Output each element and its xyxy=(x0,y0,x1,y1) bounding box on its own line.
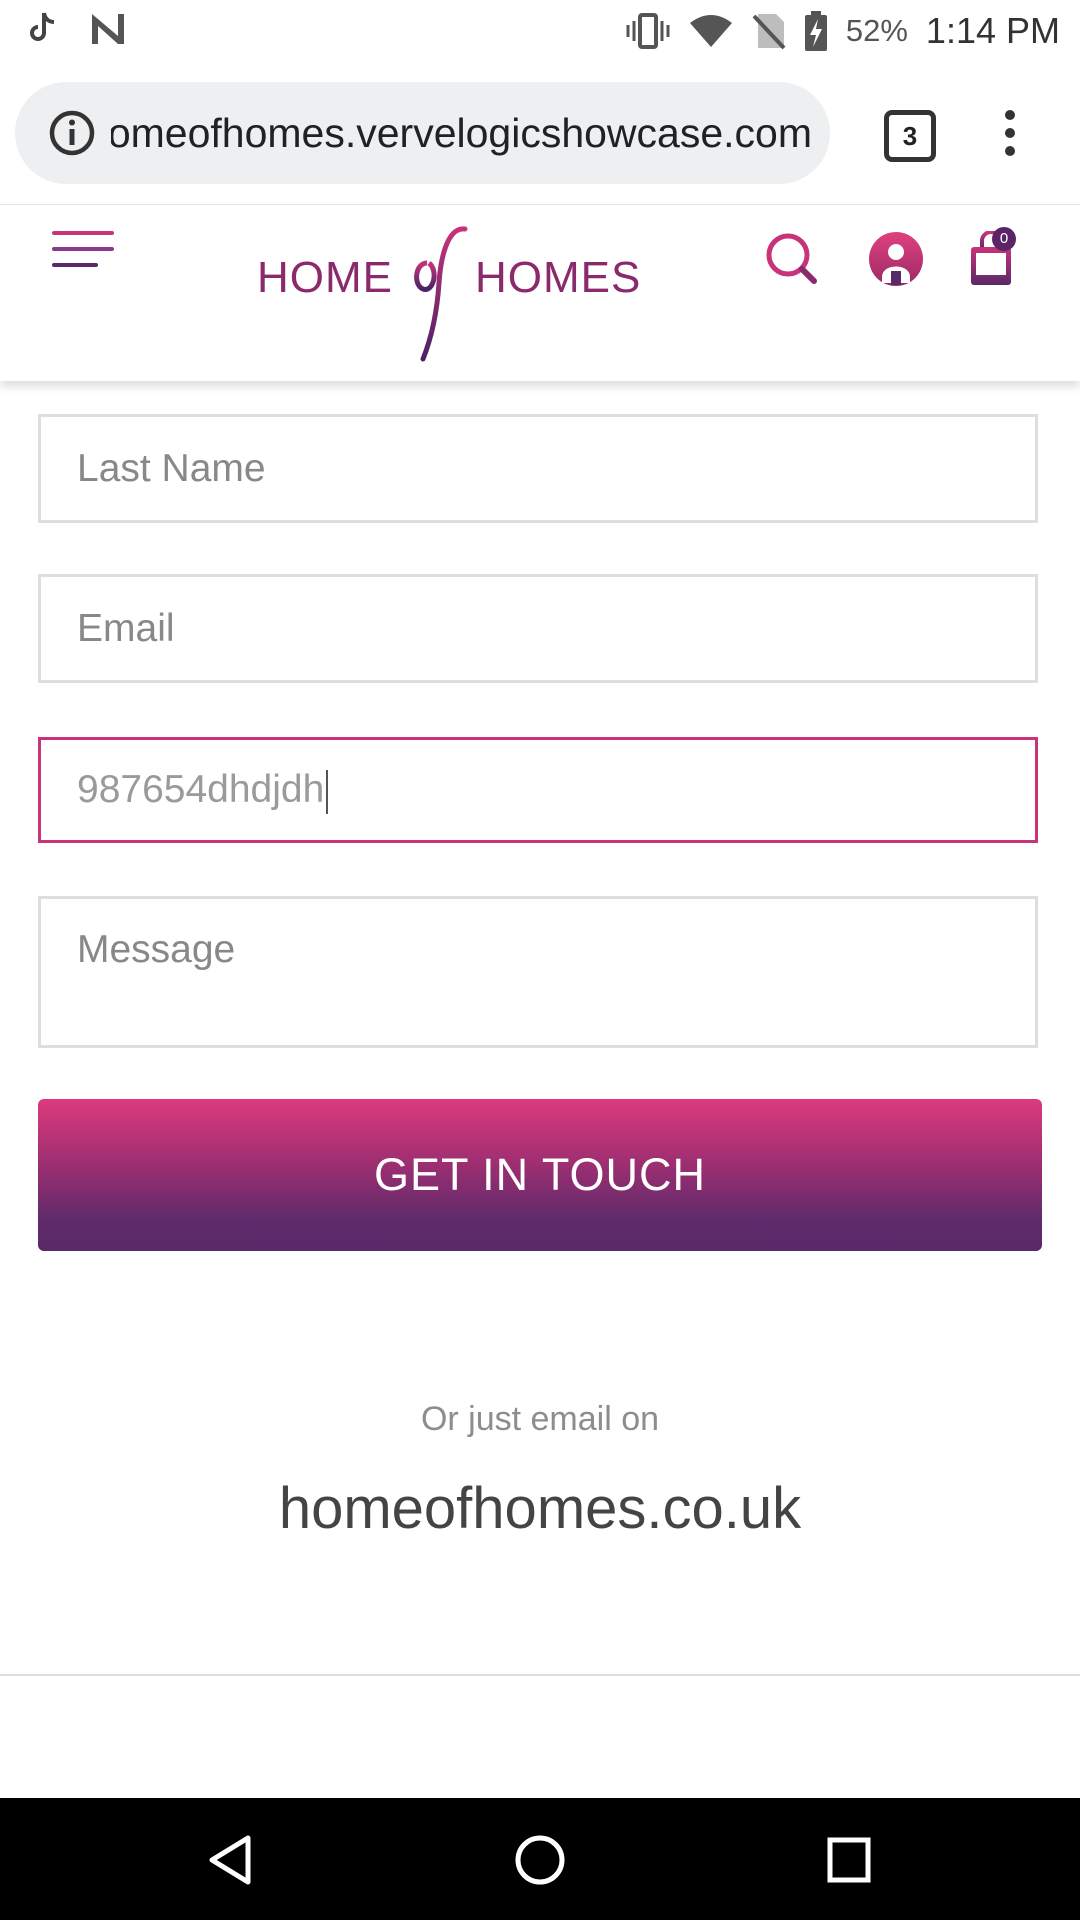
url-text[interactable]: homeofhomes.vervelogicshowcase.com xyxy=(111,104,812,162)
browser-toolbar: homeofhomes.vervelogicshowcase.com 3 xyxy=(0,62,1080,204)
home-icon[interactable] xyxy=(514,1834,566,1886)
recents-icon[interactable] xyxy=(826,1834,872,1886)
get-in-touch-button[interactable]: GET IN TOUCH xyxy=(38,1099,1042,1251)
text-cursor xyxy=(326,769,329,814)
back-icon[interactable] xyxy=(206,1834,254,1886)
status-bar: 52% 1:14 PM xyxy=(0,0,1080,62)
tiktok-icon xyxy=(30,12,55,41)
n-icon xyxy=(92,14,124,44)
or-email-text: Or just email on xyxy=(420,1400,660,1438)
logo-of-script-icon xyxy=(414,226,468,362)
info-icon[interactable] xyxy=(48,109,96,157)
battery-charging-icon xyxy=(804,11,827,51)
system-nav-bar xyxy=(0,1798,1080,1920)
logo-word-home: HOME xyxy=(257,253,393,302)
phone-field-value: 987654dhdjdh xyxy=(77,768,325,811)
message-field[interactable]: Message xyxy=(38,896,1038,1048)
wifi-icon xyxy=(689,15,732,47)
address-bar[interactable]: homeofhomes.vervelogicshowcase.com xyxy=(15,82,830,184)
phone-field[interactable]: 987654dhdjdh xyxy=(38,737,1038,843)
footer-divider xyxy=(0,1674,1080,1676)
logo[interactable]: HOME HOMES xyxy=(255,223,655,363)
site-header: HOME HOMES 0 xyxy=(0,204,1080,381)
account-icon[interactable] xyxy=(868,231,924,287)
logo-word-homes: HOMES xyxy=(475,253,642,302)
search-icon[interactable] xyxy=(764,231,820,287)
tab-switcher-button[interactable]: 3 xyxy=(884,110,936,162)
vibrate-icon xyxy=(626,13,670,49)
menu-icon[interactable] xyxy=(52,231,118,279)
overflow-menu-icon[interactable] xyxy=(998,110,1022,158)
email-domain-link[interactable]: homeofhomes.co.uk xyxy=(0,1475,1080,1542)
cart-count-badge: 0 xyxy=(992,227,1016,251)
no-sim-icon xyxy=(752,14,786,50)
last-name-field[interactable]: Last Name xyxy=(38,414,1038,523)
clock: 1:14 PM xyxy=(925,10,1060,51)
email-field[interactable]: Email xyxy=(38,574,1038,683)
battery-percent: 52% xyxy=(845,13,908,48)
